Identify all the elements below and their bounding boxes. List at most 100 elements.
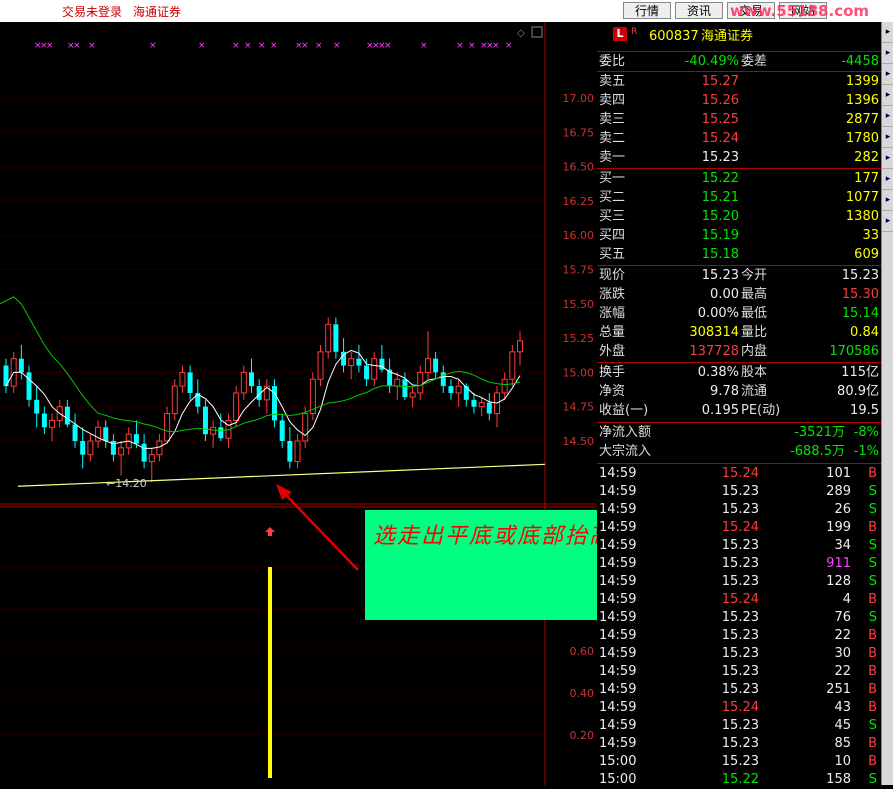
ask-label: 卖二 [599, 131, 626, 146]
stat-label: 流通 [741, 384, 768, 399]
stat-label: 今开 [741, 268, 768, 283]
broker-name[interactable]: 海通证券 [133, 3, 181, 20]
tick-volume: 85 [834, 736, 851, 751]
signal-mark: × [198, 41, 206, 51]
price-tick: 17.00 [563, 92, 595, 105]
tick-volume: 10 [834, 754, 851, 769]
tick-volume: 911 [826, 556, 851, 571]
candle-body [402, 379, 408, 398]
candle-body [448, 386, 454, 393]
toolbar-item-8[interactable]: ▸ [882, 169, 893, 190]
toolbar-item-7[interactable]: ▸ [882, 148, 893, 169]
tick-volume: 251 [826, 682, 851, 697]
toolbar-item-1[interactable]: ▸ [882, 22, 893, 43]
tick-row: 15:00 15.22 158 S [597, 770, 881, 789]
quote-panel: L R 600837 海通证券 委比 -40.49% 委差 -4458 卖五 1… [597, 22, 881, 787]
tick-time: 14:59 [599, 736, 637, 751]
candle-body [210, 426, 217, 435]
right-toolbar[interactable]: ▸ ▸ ▸ ▸ ▸ ▸ ▸ ▸ ▸ ▸ [881, 22, 893, 785]
candle-body [501, 378, 508, 394]
tick-time: 15:00 [599, 772, 637, 787]
ask-price: 15.24 [701, 131, 739, 146]
tick-price: 15.23 [721, 556, 759, 571]
ask-row: 卖五 15.27 1399 [597, 72, 881, 91]
ask-row: 卖二 15.24 1780 [597, 129, 881, 148]
candle-body [141, 443, 147, 462]
candle-body [18, 358, 24, 373]
tick-direction: B [868, 646, 877, 661]
signal-mark: × [232, 41, 240, 51]
tick-time: 14:59 [599, 682, 637, 697]
stat-label: 股本 [741, 365, 768, 380]
candle-body [509, 351, 516, 380]
candle-body [80, 441, 86, 455]
fundamental-row: 净资 9.78 流通 80.9亿 [597, 382, 881, 401]
tick-price: 15.24 [721, 592, 759, 607]
stat-value: 19.5 [850, 403, 879, 418]
tick-direction: B [868, 466, 877, 481]
bid-price: 15.20 [701, 209, 739, 224]
tick-price: 15.23 [721, 628, 759, 643]
candle-body [394, 378, 401, 387]
tick-row: 14:59 15.23 911 S [597, 554, 881, 573]
tick-price: 15.23 [721, 502, 759, 517]
candle-body [287, 441, 293, 462]
tick-volume: 26 [834, 502, 851, 517]
signal-mark: × [270, 41, 278, 51]
tick-direction: S [868, 772, 877, 787]
toolbar-item-4[interactable]: ▸ [882, 85, 893, 106]
fundamental-row: 收益(一) 0.195 PE(动) 19.5 [597, 401, 881, 420]
bid-row: 买一 15.22 177 [597, 169, 881, 188]
signal-mark: × [301, 41, 309, 51]
tick-time: 14:59 [599, 628, 637, 643]
news-button[interactable]: 资讯 [675, 2, 723, 19]
candle-body [34, 399, 40, 414]
price-tick: 16.75 [563, 126, 595, 139]
candle-body [87, 440, 94, 456]
tick-row: 14:59 15.23 22 B [597, 662, 881, 681]
candle-body [348, 358, 355, 367]
stat-value: 0.195 [701, 403, 739, 418]
toolbar-item-10[interactable]: ▸ [882, 211, 893, 232]
stat-row: 总量 308314 量比 0.84 [597, 323, 881, 342]
stat-value: 0.00% [697, 306, 739, 321]
tick-price: 15.23 [721, 682, 759, 697]
tick-time: 14:59 [599, 592, 637, 607]
stat-value: 9.78 [710, 384, 739, 399]
kline-chart[interactable]: 17.00 16.75 16.50 16.25 16.00 15.75 15.50 15.25… [0, 22, 597, 785]
tick-direction: B [868, 520, 877, 535]
stat-label: 现价 [599, 268, 626, 283]
flow-row: 净流入额 -3521万 -8% [597, 423, 881, 442]
ask-price: 15.23 [701, 150, 739, 165]
flow-label: 大宗流入 [599, 444, 652, 459]
price-tick: 15.75 [563, 264, 595, 277]
tick-time: 14:59 [599, 646, 637, 661]
stat-value: 0.00 [710, 287, 739, 302]
tick-direction: S [868, 484, 877, 499]
login-status[interactable]: 交易未登录 [62, 3, 122, 20]
diamond-icon[interactable]: ◇ [517, 28, 525, 39]
bid-volume: 1077 [845, 190, 879, 205]
quotes-button[interactable]: 行情 [623, 2, 671, 19]
tick-volume: 158 [826, 772, 851, 787]
toolbar-item-9[interactable]: ▸ [882, 190, 893, 211]
tick-row: 14:59 15.23 128 S [597, 572, 881, 591]
flow-row: 大宗流入 -688.5万 -1% [597, 442, 881, 461]
ask-price: 15.27 [701, 74, 739, 89]
signal-mark: × [384, 41, 392, 51]
flow-pct: -8% [853, 425, 879, 440]
bid-row: 买三 15.20 1380 [597, 207, 881, 226]
signal-mark: × [46, 41, 54, 51]
tick-direction: S [868, 574, 877, 589]
ask-label: 卖一 [599, 150, 626, 165]
toolbar-item-3[interactable]: ▸ [882, 64, 893, 85]
toolbar-item-6[interactable]: ▸ [882, 127, 893, 148]
bid-volume: 1380 [845, 209, 879, 224]
toolbar-item-5[interactable]: ▸ [882, 106, 893, 127]
candle-body [302, 413, 309, 442]
toolbar-item-2[interactable]: ▸ [882, 43, 893, 64]
bid-price: 15.18 [701, 247, 739, 262]
tick-direction: S [868, 610, 877, 625]
candle-body [486, 402, 492, 414]
signal-mark: × [333, 41, 341, 51]
